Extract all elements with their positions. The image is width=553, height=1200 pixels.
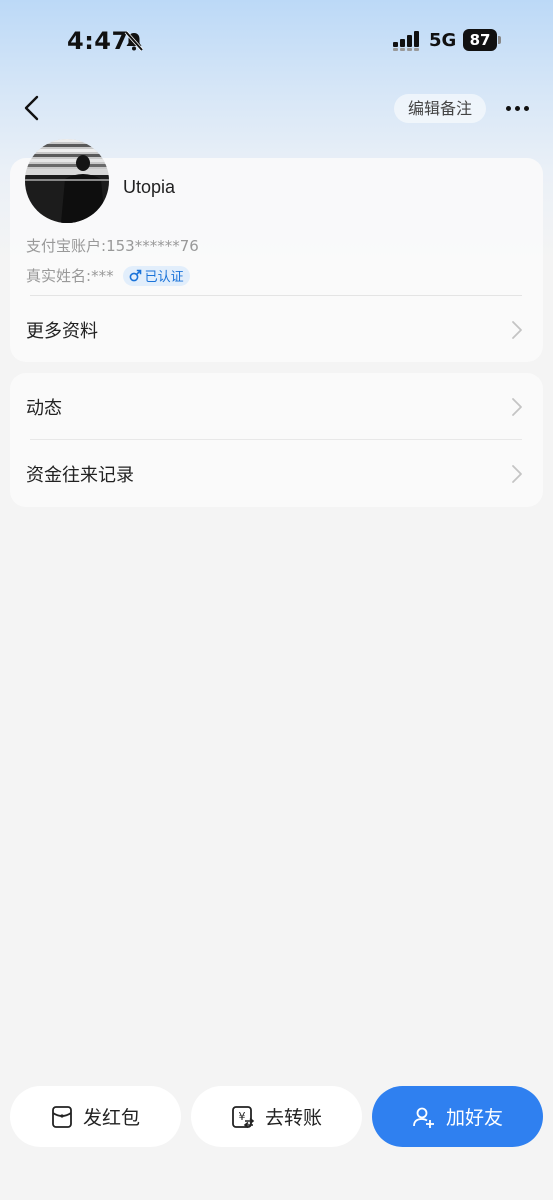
- realname-label: 真实姓名:: [26, 267, 92, 285]
- male-icon: [129, 269, 141, 282]
- more-info-label: 更多资料: [26, 321, 98, 342]
- account-value: 153******76: [106, 237, 199, 255]
- signal-icon: [393, 31, 423, 51]
- verified-badge: 已认证: [122, 265, 190, 286]
- profile-page: 4:47 5G 87 编辑备注 Utopia 支付宝账户:153******76…: [0, 0, 553, 1200]
- add-friend-icon: [413, 1107, 434, 1128]
- moments-label: 动态: [26, 398, 62, 419]
- realname-value: ***: [91, 266, 114, 285]
- more-button[interactable]: [502, 96, 532, 120]
- username: Utopia: [123, 177, 176, 197]
- transfer-icon: ¥: [232, 1105, 255, 1128]
- more-dots-icon: [505, 105, 529, 111]
- network-type: 5G: [429, 30, 457, 51]
- bell-muted-icon: [123, 30, 145, 56]
- send-red-packet-button[interactable]: 发红包: [10, 1086, 181, 1147]
- moments-row[interactable]: 动态: [10, 376, 543, 438]
- back-button[interactable]: [16, 92, 46, 124]
- add-friend-label: 加好友: [445, 1107, 503, 1129]
- status-bar: 4:47 5G 87: [0, 0, 553, 82]
- back-arrow-icon: [24, 95, 39, 121]
- battery-level: 87: [463, 29, 497, 51]
- chevron-right-icon: [512, 321, 522, 339]
- divider: [30, 439, 522, 440]
- chevron-right-icon: [512, 398, 522, 416]
- red-packet-label: 发红包: [82, 1107, 140, 1129]
- status-time: 4:47: [67, 27, 129, 55]
- account-label: 支付宝账户:: [26, 237, 107, 255]
- svg-text:¥: ¥: [238, 1110, 245, 1123]
- verified-label: 已认证: [144, 270, 184, 285]
- real-name: 真实姓名: *** 已认证: [26, 265, 190, 286]
- alipay-account: 支付宝账户:153******76: [26, 235, 199, 256]
- transfer-button[interactable]: ¥ 去转账: [191, 1086, 362, 1147]
- battery-icon: 87: [463, 29, 503, 51]
- red-packet-icon: [52, 1105, 72, 1128]
- avatar[interactable]: [25, 139, 109, 223]
- transfer-label: 去转账: [264, 1107, 322, 1129]
- fund-records-label: 资金往来记录: [26, 465, 134, 486]
- chevron-right-icon: [512, 465, 522, 483]
- add-friend-button[interactable]: 加好友: [372, 1086, 543, 1147]
- edit-note-button[interactable]: 编辑备注: [394, 94, 487, 123]
- divider: [30, 295, 522, 296]
- more-info-row[interactable]: 更多资料: [10, 299, 543, 361]
- fund-records-row[interactable]: 资金往来记录: [10, 443, 543, 505]
